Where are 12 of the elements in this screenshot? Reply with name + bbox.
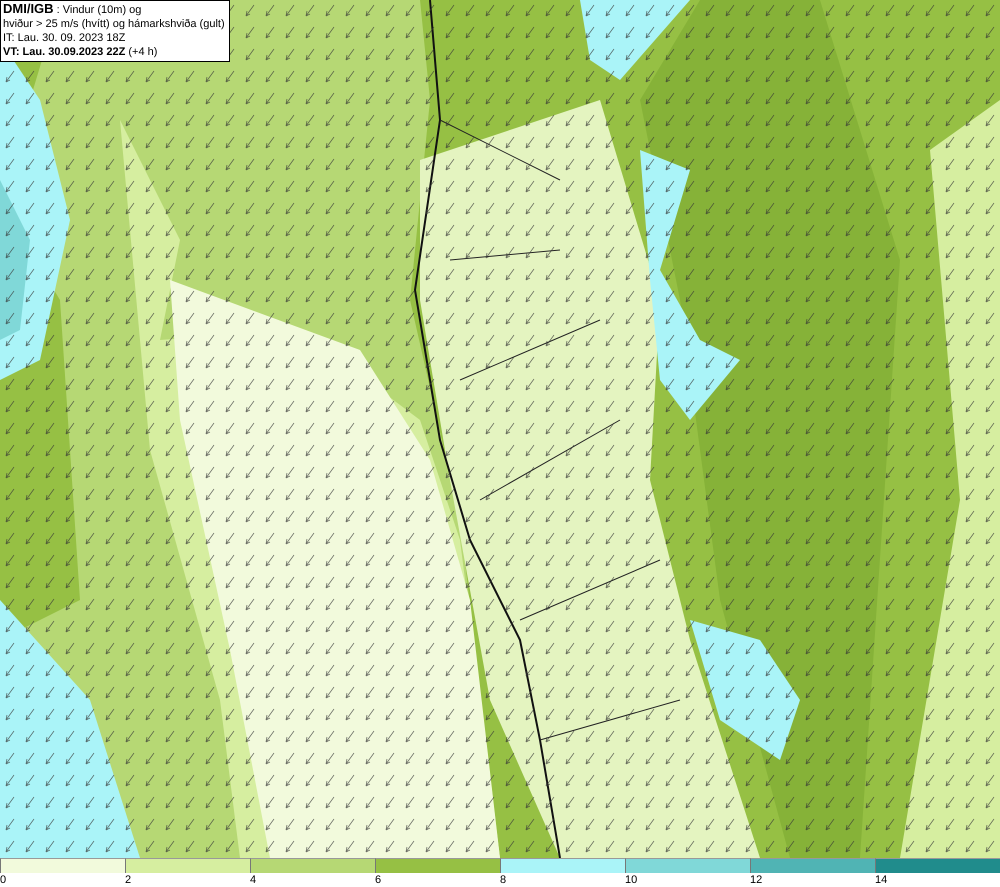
legend-label: 8 bbox=[500, 873, 506, 887]
title-line: VT: Lau. 30.09.2023 22Z (+4 h) bbox=[3, 45, 158, 59]
title-line: DMI/IGB : Vindur (10m) og bbox=[3, 2, 142, 17]
legend-label: 4 bbox=[250, 873, 256, 887]
legend-label: 2 bbox=[125, 873, 132, 887]
title-line: IT: Lau. 30. 09. 2023 18Z bbox=[3, 31, 126, 45]
legend-label: 10 bbox=[625, 873, 638, 887]
legend-label: 6 bbox=[375, 873, 382, 887]
title-line: hviður > 25 m/s (hvítt) og hámarkshviða (gult) bbox=[3, 17, 225, 31]
legend-label: 0 bbox=[0, 873, 6, 887]
legend-label: 12 bbox=[750, 873, 762, 887]
legend-label: 14 bbox=[875, 873, 888, 887]
